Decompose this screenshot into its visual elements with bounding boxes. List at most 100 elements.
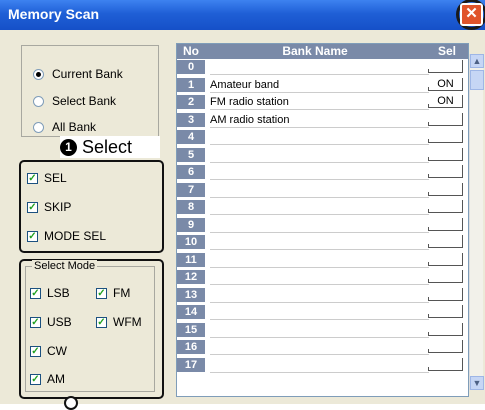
row-number: 13 <box>177 287 205 303</box>
sel-cell[interactable] <box>428 235 463 248</box>
row-divider <box>210 109 429 110</box>
row-number: 3 <box>177 112 205 128</box>
sel-cell[interactable]: ON <box>428 77 463 91</box>
checkbox[interactable]: ✓ <box>30 287 41 299</box>
sel-cell[interactable] <box>428 287 463 301</box>
row-divider <box>210 196 429 198</box>
row-number: 5 <box>177 147 205 163</box>
checkbox-mode-sel[interactable]: ✓ MODE SEL <box>27 229 106 243</box>
memory-scan-window: Memory Scan ✕ Current Bank Select Bank A… <box>0 0 485 410</box>
table-row[interactable]: 13 <box>177 287 468 303</box>
callout-fragment <box>64 396 78 410</box>
row-number: 4 <box>177 130 205 145</box>
row-divider <box>210 249 429 250</box>
checkbox-label: LSB <box>47 286 70 300</box>
sel-cell[interactable] <box>428 305 463 318</box>
checkbox-am[interactable]: ✓ AM <box>30 372 65 386</box>
scroll-up-button[interactable]: ▲ <box>470 54 484 68</box>
checkbox[interactable]: ✓ <box>30 316 41 328</box>
sel-cell[interactable] <box>428 340 463 353</box>
table-row[interactable]: 3 AM radio station <box>177 112 468 128</box>
table-row[interactable]: 9 <box>177 217 468 233</box>
table-row[interactable]: 8 <box>177 200 468 215</box>
row-number: 10 <box>177 235 205 250</box>
sel-cell[interactable] <box>428 252 463 266</box>
checkbox-fm[interactable]: ✓ FM <box>96 286 130 300</box>
checkbox-cw[interactable]: ✓ CW <box>30 344 67 358</box>
select-mode-legend: Select Mode <box>32 260 98 272</box>
bank-name-cell[interactable]: FM radio station <box>210 95 289 110</box>
table-row[interactable]: 1 Amateur band ON <box>177 77 468 93</box>
radio-select-bank[interactable]: Select Bank <box>33 94 116 108</box>
checkbox-label: WFM <box>113 315 142 329</box>
row-divider <box>210 91 429 93</box>
sel-cell[interactable] <box>428 60 463 73</box>
checkbox[interactable]: ✓ <box>96 287 107 299</box>
chevron-down-icon: ▼ <box>472 378 482 388</box>
table-row[interactable]: 10 <box>177 235 468 250</box>
radio-button[interactable] <box>33 68 44 80</box>
row-number: 6 <box>177 165 205 180</box>
checkbox[interactable]: ✓ <box>30 373 41 385</box>
checkbox[interactable]: ✓ <box>27 172 38 184</box>
row-divider <box>210 354 429 355</box>
bank-name-cell[interactable]: Amateur band <box>210 78 279 93</box>
sel-cell[interactable]: ON <box>428 95 463 108</box>
radio-button[interactable] <box>33 95 44 107</box>
row-number: 1 <box>177 77 205 93</box>
sel-cell[interactable] <box>428 217 463 231</box>
table-row[interactable]: 7 <box>177 182 468 198</box>
row-number: 0 <box>177 60 205 75</box>
table-row[interactable]: 2 FM radio station ON <box>177 95 468 110</box>
row-divider <box>210 231 429 233</box>
sel-cell[interactable] <box>428 322 463 336</box>
scroll-thumb[interactable] <box>470 70 484 90</box>
table-row[interactable]: 17 <box>177 357 468 373</box>
sel-cell[interactable] <box>428 165 463 178</box>
radio-current-bank[interactable]: Current Bank <box>33 67 123 81</box>
table-row[interactable]: 6 <box>177 165 468 180</box>
sel-cell[interactable] <box>428 357 463 371</box>
checkbox[interactable]: ✓ <box>27 230 38 242</box>
scroll-down-button[interactable]: ▼ <box>470 376 484 390</box>
checkbox-skip[interactable]: ✓ SKIP <box>27 200 71 214</box>
checkbox[interactable]: ✓ <box>30 345 41 357</box>
row-divider <box>210 319 429 320</box>
checkbox[interactable]: ✓ <box>27 201 38 213</box>
vertical-scrollbar[interactable]: ▲ ▼ <box>469 54 484 390</box>
table-row[interactable]: 0 <box>177 60 468 75</box>
checkbox[interactable]: ✓ <box>96 316 107 328</box>
row-number: 9 <box>177 217 205 233</box>
row-number: 12 <box>177 270 205 285</box>
radio-button[interactable] <box>33 121 44 133</box>
table-row[interactable]: 15 <box>177 322 468 338</box>
sel-cell[interactable] <box>428 130 463 143</box>
row-number: 11 <box>177 252 205 268</box>
table-row[interactable]: 14 <box>177 305 468 320</box>
checkbox-sel[interactable]: ✓ SEL <box>27 171 67 185</box>
checkbox-usb[interactable]: ✓ USB <box>30 315 72 329</box>
table-row[interactable]: 12 <box>177 270 468 285</box>
row-number: 17 <box>177 357 205 373</box>
checkbox-lsb[interactable]: ✓ LSB <box>30 286 70 300</box>
table-row[interactable]: 16 <box>177 340 468 355</box>
radio-all-bank[interactable]: All Bank <box>33 120 96 134</box>
header-no: No <box>183 44 199 58</box>
row-divider <box>210 301 429 303</box>
row-divider <box>210 284 429 285</box>
checkbox-label: SKIP <box>44 200 72 214</box>
sel-cell[interactable] <box>428 147 463 161</box>
close-button[interactable]: ✕ <box>460 3 483 26</box>
sel-cell[interactable] <box>428 182 463 196</box>
bank-name-cell[interactable]: AM radio station <box>210 113 289 128</box>
row-divider <box>210 144 429 145</box>
table-row[interactable]: 5 <box>177 147 468 163</box>
sel-cell[interactable] <box>428 270 463 283</box>
sel-cell[interactable] <box>428 112 463 126</box>
checkbox-wfm[interactable]: ✓ WFM <box>96 315 142 329</box>
bank-table[interactable]: No Bank Name Sel 0 1 Amateur band ON 2 FM rad… <box>176 43 469 397</box>
table-row[interactable]: 4 <box>177 130 468 145</box>
table-row[interactable]: 11 <box>177 252 468 268</box>
sel-cell[interactable] <box>428 200 463 213</box>
row-number: 8 <box>177 200 205 215</box>
